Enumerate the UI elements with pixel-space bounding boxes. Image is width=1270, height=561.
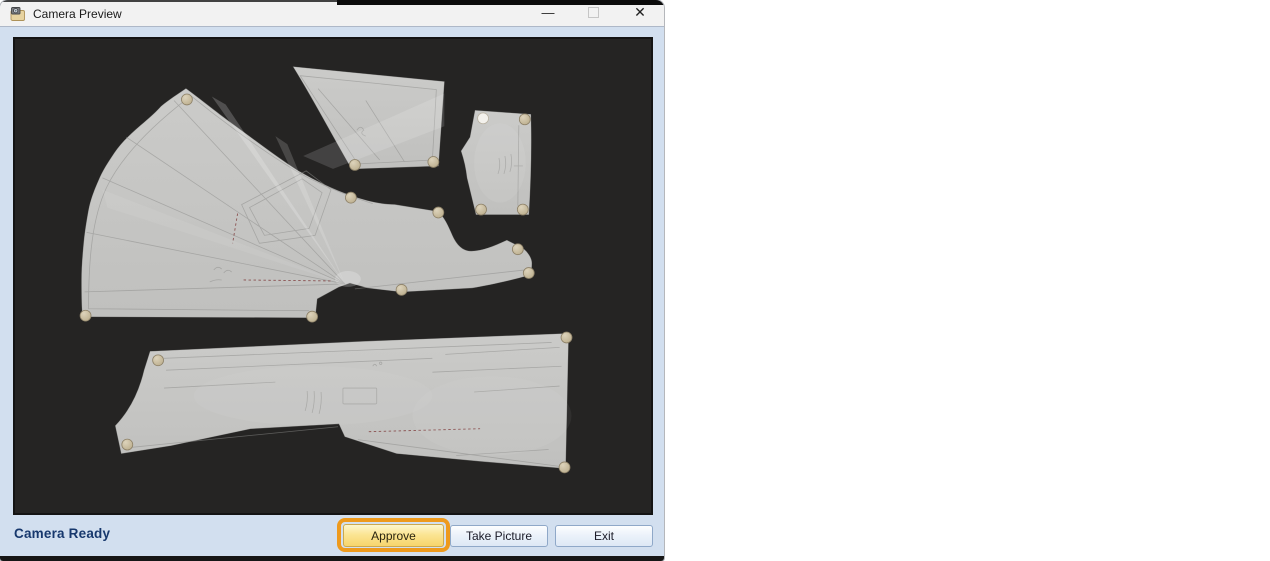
preview-canvas [15,39,651,513]
take-picture-button[interactable]: Take Picture [450,525,548,547]
camera-preview-window: Camera Preview — ✕ [0,0,664,561]
approve-button[interactable]: Approve [343,524,444,547]
exit-button[interactable]: Exit [555,525,653,547]
camera-preview-image [13,37,653,515]
status-text: Camera Ready [14,526,110,541]
top-edge-strip-right [337,0,664,5]
top-edge-strip-left [0,0,337,2]
camera-icon [10,6,26,22]
window-title: Camera Preview [33,7,122,21]
maximize-icon [588,7,599,18]
bottom-edge-strip [0,556,664,561]
